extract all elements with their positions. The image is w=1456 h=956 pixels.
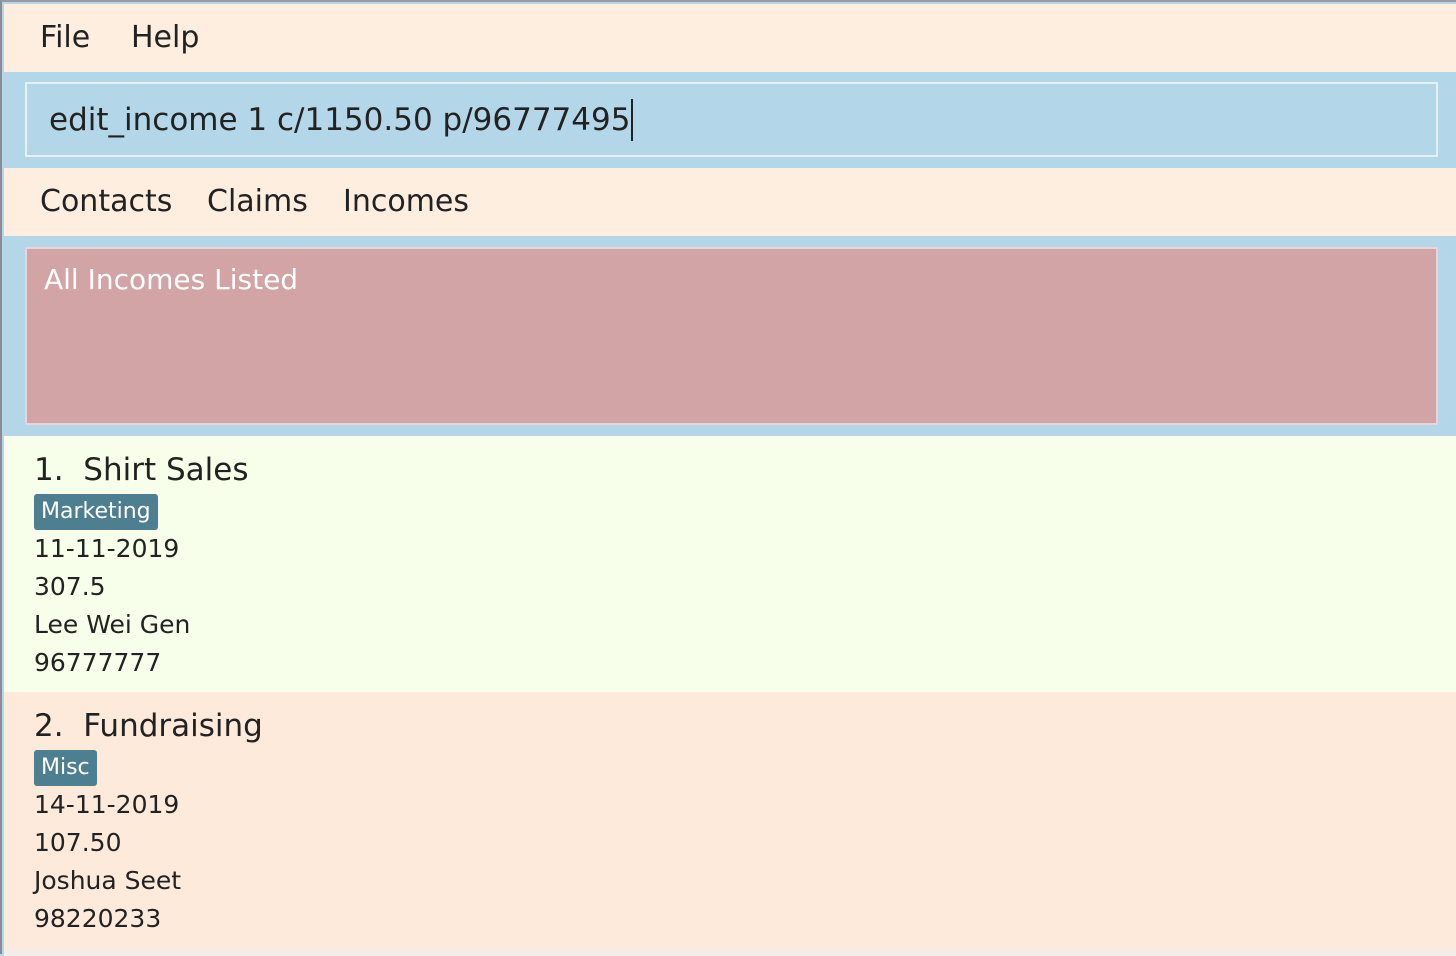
tab-incomes[interactable]: Incomes [343,182,469,222]
tab-contacts[interactable]: Contacts [40,182,172,222]
income-contact-name: Lee Wei Gen [34,610,191,639]
income-phone: 98220233 [34,904,162,933]
income-index: 1. [34,452,64,488]
income-tag: Marketing [34,494,158,530]
income-tag: Misc [34,750,97,786]
command-area: edit_income 1 c/1150.50 p/96777495 [4,72,1456,168]
income-date: 11-11-2019 [34,534,180,563]
tab-bar: Contacts Claims Incomes [4,168,1456,236]
income-contact-name: Joshua Seet [34,866,182,895]
income-description: Shirt Sales [83,452,249,488]
command-input[interactable]: edit_income 1 c/1150.50 p/96777495 [25,82,1438,157]
income-phone: 96777777 [34,648,162,677]
income-card[interactable]: 2. Fundraising Misc 14-11-2019 107.50 Jo… [4,692,1456,948]
income-title: 1. Shirt Sales [34,452,249,488]
command-input-text[interactable]: edit_income 1 c/1150.50 p/96777495 [49,102,630,138]
menu-file[interactable]: File [40,18,90,58]
app-window: File Help edit_income 1 c/1150.50 p/9677… [0,0,1456,956]
income-date: 14-11-2019 [34,790,180,819]
text-caret [631,98,634,141]
income-card[interactable]: 1. Shirt Sales Marketing 11-11-2019 307.… [4,436,1456,692]
tab-claims[interactable]: Claims [207,182,308,222]
result-area: All Incomes Listed [4,236,1456,436]
income-title: 2. Fundraising [34,708,263,744]
result-message: All Incomes Listed [44,263,299,296]
income-amount: 107.50 [34,828,122,857]
list-bottom-edge [4,948,1456,956]
income-description: Fundraising [83,708,263,744]
result-display: All Incomes Listed [25,247,1438,425]
income-amount: 307.5 [34,572,106,601]
income-index: 2. [34,708,64,744]
income-list[interactable]: 1. Shirt Sales Marketing 11-11-2019 307.… [4,436,1456,956]
menu-bar: File Help [4,4,1456,72]
menu-help[interactable]: Help [131,18,199,58]
